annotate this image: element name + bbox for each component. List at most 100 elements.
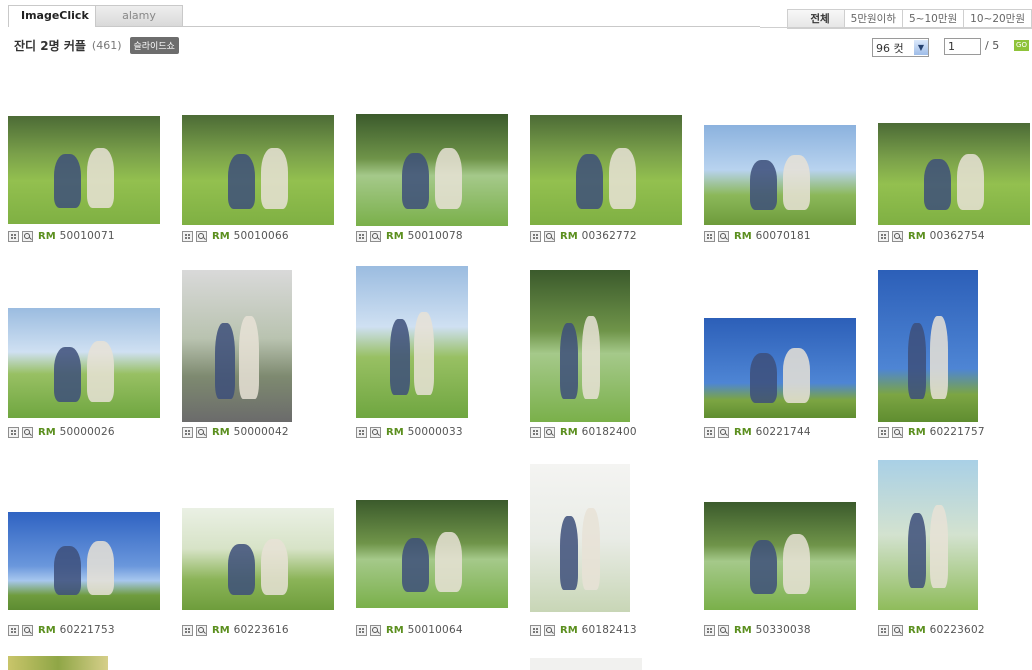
zoom-icon[interactable] — [370, 624, 381, 636]
zoom-icon[interactable] — [196, 426, 207, 438]
photo-thumbnail[interactable] — [704, 318, 856, 418]
page-number-input[interactable]: 1 — [944, 38, 981, 55]
lightbox-icon[interactable] — [8, 230, 19, 242]
photo-thumbnail[interactable] — [8, 116, 160, 224]
image-code[interactable]: 60182400 — [582, 426, 637, 438]
tab-imageclick[interactable]: ImageClick — [8, 5, 96, 27]
zoom-icon[interactable] — [718, 426, 729, 438]
photo-thumbnail[interactable] — [182, 115, 334, 225]
photo-subject — [930, 505, 948, 588]
price-filter-100k-200k[interactable]: 10~20만원 — [963, 9, 1032, 29]
zoom-icon[interactable] — [718, 624, 729, 636]
lightbox-icon[interactable] — [530, 426, 541, 438]
thumbnail-partial[interactable] — [530, 658, 642, 670]
zoom-icon[interactable] — [544, 624, 555, 636]
image-code[interactable]: 50000026 — [60, 426, 115, 438]
photo-thumbnail[interactable] — [356, 114, 508, 226]
chevron-down-icon[interactable]: ▼ — [914, 40, 928, 55]
slideshow-button[interactable]: 슬라이드쇼 — [129, 37, 179, 54]
photo-subject — [87, 541, 115, 596]
lightbox-icon[interactable] — [356, 230, 367, 242]
lightbox-icon[interactable] — [8, 426, 19, 438]
photo-subject — [215, 323, 235, 400]
thumbnail-partial[interactable] — [8, 656, 108, 670]
photo-thumbnail[interactable] — [878, 123, 1030, 225]
price-filter-under-50k[interactable]: 5만원이하 — [843, 9, 903, 29]
image-code[interactable]: 50010078 — [408, 230, 463, 242]
zoom-icon[interactable] — [22, 624, 33, 636]
zoom-icon[interactable] — [544, 426, 555, 438]
image-code[interactable]: 60182413 — [582, 624, 637, 636]
zoom-icon[interactable] — [196, 230, 207, 242]
zoom-icon[interactable] — [544, 230, 555, 242]
photo-thumbnail[interactable] — [182, 508, 334, 610]
lightbox-icon[interactable] — [704, 624, 715, 636]
image-code[interactable]: 60070181 — [756, 230, 811, 242]
lightbox-icon[interactable] — [356, 624, 367, 636]
zoom-icon[interactable] — [22, 426, 33, 438]
photo-thumbnail[interactable] — [878, 270, 978, 422]
image-code[interactable]: 50010064 — [408, 624, 463, 636]
lightbox-icon[interactable] — [704, 230, 715, 242]
image-code[interactable]: 50330038 — [756, 624, 811, 636]
zoom-icon[interactable] — [370, 230, 381, 242]
per-page-select[interactable]: 96 컷 ▼ — [872, 38, 929, 57]
photo-subject — [389, 319, 410, 396]
lightbox-icon[interactable] — [878, 624, 889, 636]
photo-thumbnail[interactable] — [530, 464, 630, 612]
lightbox-icon[interactable] — [8, 624, 19, 636]
lightbox-icon[interactable] — [356, 426, 367, 438]
go-button[interactable]: GO — [1014, 40, 1029, 51]
license-badge: RM — [386, 230, 404, 242]
image-meta: RM 60221757 — [878, 426, 985, 438]
zoom-icon[interactable] — [22, 230, 33, 242]
image-code[interactable]: 50000033 — [408, 426, 463, 438]
image-code[interactable]: 50010071 — [60, 230, 115, 242]
album-header: 잔디 2명 커플 (461) 슬라이드쇼 — [14, 37, 179, 54]
image-meta: RM 50010066 — [182, 230, 289, 242]
photo-thumbnail[interactable] — [704, 125, 856, 225]
image-code[interactable]: 60223602 — [930, 624, 985, 636]
zoom-icon[interactable] — [370, 426, 381, 438]
photo-thumbnail[interactable] — [356, 500, 508, 608]
lightbox-icon[interactable] — [182, 624, 193, 636]
tab-alamy[interactable]: alamy — [95, 5, 183, 26]
photo-thumbnail[interactable] — [878, 460, 978, 610]
license-badge: RM — [386, 624, 404, 636]
lightbox-icon[interactable] — [704, 426, 715, 438]
zoom-icon[interactable] — [892, 426, 903, 438]
photo-subject — [227, 153, 255, 209]
image-code[interactable]: 00362772 — [582, 230, 637, 242]
zoom-icon[interactable] — [892, 230, 903, 242]
image-code[interactable]: 60221753 — [60, 624, 115, 636]
image-meta: RM 60223616 — [182, 624, 289, 636]
photo-thumbnail[interactable] — [704, 502, 856, 610]
photo-thumbnail[interactable] — [8, 308, 160, 418]
lightbox-icon[interactable] — [878, 230, 889, 242]
price-filter-all[interactable]: 전체 — [787, 9, 845, 29]
image-code[interactable]: 60221744 — [756, 426, 811, 438]
photo-thumbnail[interactable] — [530, 115, 682, 225]
image-code[interactable]: 50000042 — [234, 426, 289, 438]
photo-thumbnail[interactable] — [530, 270, 630, 422]
zoom-icon[interactable] — [196, 624, 207, 636]
photo-thumbnail[interactable] — [8, 512, 160, 610]
image-meta: RM 50330038 — [704, 624, 811, 636]
image-meta: RM 50010078 — [356, 230, 463, 242]
lightbox-icon[interactable] — [878, 426, 889, 438]
photo-subject — [239, 315, 259, 400]
image-meta: RM 50000026 — [8, 426, 115, 438]
zoom-icon[interactable] — [892, 624, 903, 636]
lightbox-icon[interactable] — [182, 426, 193, 438]
lightbox-icon[interactable] — [530, 230, 541, 242]
image-code[interactable]: 60223616 — [234, 624, 289, 636]
lightbox-icon[interactable] — [182, 230, 193, 242]
zoom-icon[interactable] — [718, 230, 729, 242]
price-filter-50k-100k[interactable]: 5~10만원 — [901, 9, 965, 29]
lightbox-icon[interactable] — [530, 624, 541, 636]
photo-thumbnail[interactable] — [182, 270, 292, 422]
image-code[interactable]: 50010066 — [234, 230, 289, 242]
image-code[interactable]: 60221757 — [930, 426, 985, 438]
image-code[interactable]: 00362754 — [930, 230, 985, 242]
photo-thumbnail[interactable] — [356, 266, 468, 418]
